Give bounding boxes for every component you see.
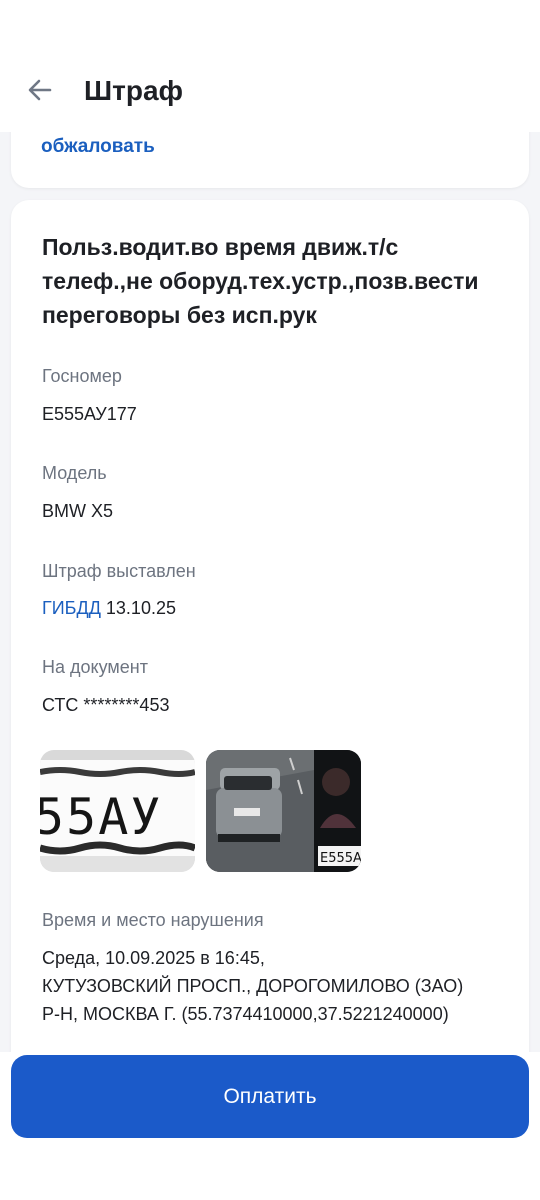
arrow-left-icon (28, 79, 52, 101)
appeal-card: обжаловать (11, 132, 529, 188)
camera-photo-image: Е555А (206, 750, 361, 872)
app-header: Штраф (0, 0, 540, 132)
page-title: Штраф (84, 75, 184, 106)
fine-details-card: Польз.водит.во время движ.т/с телеф.,не … (11, 200, 529, 1052)
back-button[interactable] (22, 72, 58, 108)
model-label: Модель (42, 463, 107, 483)
issuer-link[interactable]: ГИБДД (42, 598, 101, 618)
plate-photo-image: 55АУ (40, 750, 195, 872)
plate-label: Госномер (42, 366, 122, 386)
appeal-link[interactable]: обжаловать (41, 136, 155, 158)
issued-date: 13.10.25 (105, 598, 176, 618)
place-line-2: КУТУЗОВСКИЙ ПРОСП., ДОРОГОМИЛОВО (ЗАО) (42, 976, 464, 996)
scroll-content[interactable]: обжаловать Польз.водит.во время движ.т/с… (0, 132, 540, 1052)
issued-value: ГИБДД 13.10.25 (42, 598, 176, 619)
footer-bar: Оплатить (0, 1052, 540, 1200)
plate-value: Е555АУ177 (42, 404, 137, 424)
model-value: BMW X5 (42, 501, 114, 521)
place-label: Время и место нарушения (42, 910, 264, 930)
place-line-1: Среда, 10.09.2025 в 16:45, (42, 948, 265, 968)
camera-photo[interactable]: Е555А (206, 750, 361, 872)
document-label: На документ (42, 657, 148, 677)
document-value: СТС ********453 (42, 695, 170, 715)
plate-crop-text: 55АУ (40, 788, 162, 846)
issued-label: Штраф выставлен (42, 561, 196, 581)
pay-button[interactable]: Оплатить (11, 1055, 529, 1138)
place-line-3: Р-Н, МОСКВА Г. (55.7374410000,37.5221240… (42, 1004, 449, 1024)
plate-photo[interactable]: 55АУ (40, 750, 195, 872)
camera-plate-text: Е555А (320, 851, 361, 866)
violation-title: Польз.водит.во время движ.т/с телеф.,не … (42, 234, 479, 328)
